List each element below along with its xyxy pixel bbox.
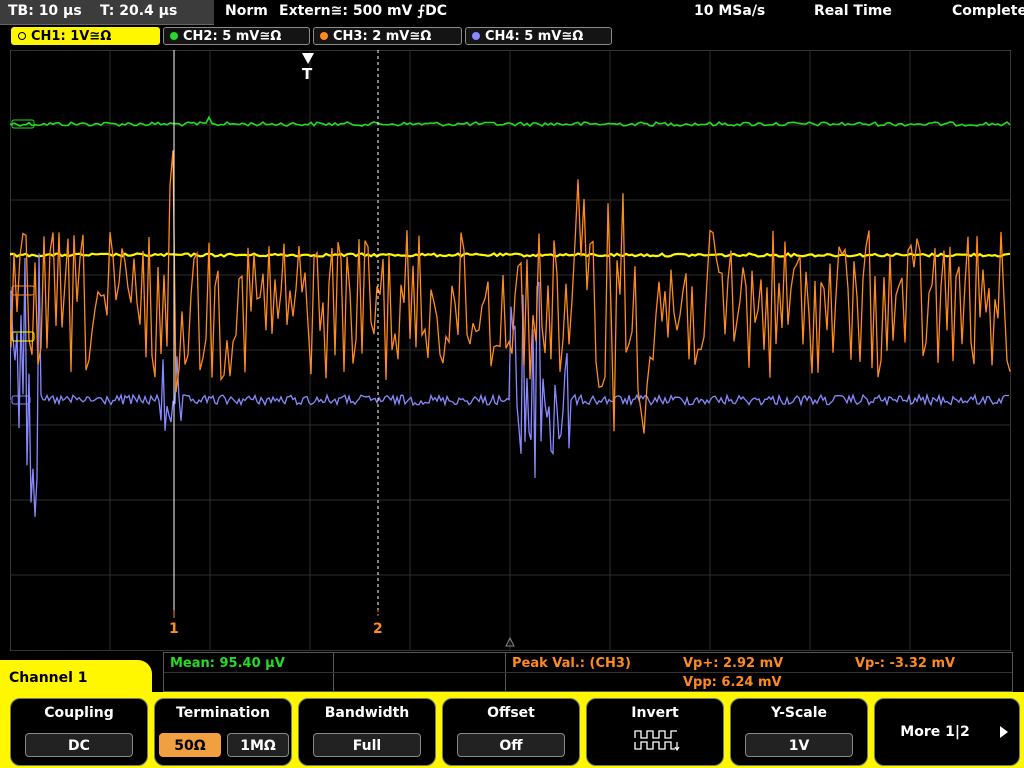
termination-softkey[interactable]: Termination 50Ω 1MΩ — [154, 698, 292, 766]
tab-ch2[interactable]: CH2: 5 mV≅Ω — [163, 27, 310, 45]
bandwidth-value[interactable]: Full — [313, 733, 421, 757]
trigger-mode[interactable]: Norm — [225, 3, 268, 19]
tab-ch3-label: CH3: 2 mV≅Ω — [333, 29, 432, 44]
bandwidth-softkey[interactable]: Bandwidth Full — [298, 698, 436, 766]
vpp-measurement: Vpp: 6.24 mV — [683, 675, 782, 690]
sample-rate: 10 MSa/s — [694, 3, 766, 19]
tab-ch1[interactable]: CH1: 1V≅Ω — [11, 27, 160, 45]
trigger-position-label: T — [302, 65, 313, 83]
bandwidth-title: Bandwidth — [324, 705, 410, 721]
trigger-source[interactable]: Extern≅: 500 mV ⨍DC — [279, 3, 447, 19]
termination-1mohm-option[interactable]: 1MΩ — [227, 733, 289, 757]
measurement-panel: Mean: 95.40 µV Peak Val.: (CH3) Vp+: 2.9… — [163, 652, 1013, 692]
tab-ch3[interactable]: CH3: 2 mV≅Ω — [313, 27, 462, 45]
ch3-dot-icon — [320, 31, 328, 40]
chevron-right-icon — [1000, 726, 1008, 738]
timebase-readout[interactable]: TB: 10 µs — [8, 3, 82, 19]
termination-50ohm-option[interactable]: 50Ω — [159, 733, 221, 757]
tab-ch4[interactable]: CH4: 5 mV≅Ω — [465, 27, 612, 45]
y-scale-title: Y-Scale — [770, 705, 827, 721]
vp-minus-measurement: Vp-: -3.32 mV — [855, 656, 956, 671]
ch4-dot-icon — [472, 31, 480, 40]
mean-measurement[interactable]: Mean: 95.40 µV — [170, 656, 285, 671]
offset-title: Offset — [487, 705, 535, 721]
tab-ch2-label: CH2: 5 mV≅Ω — [183, 29, 282, 44]
y-scale-value[interactable]: 1V — [745, 733, 853, 757]
more-title: More 1|2 — [900, 724, 970, 740]
waveform-display[interactable]: 1 2 T — [10, 50, 1011, 651]
coupling-softkey[interactable]: Coupling DC — [10, 698, 148, 766]
invert-softkey[interactable]: Invert — [586, 698, 724, 766]
trigger-time-readout[interactable]: T: 20.4 µs — [100, 3, 177, 19]
invert-title: Invert — [631, 705, 679, 721]
coupling-title: Coupling — [44, 705, 114, 721]
status-bar-left: TB: 10 µs T: 20.4 µs — [0, 0, 214, 25]
ch2-dot-icon — [170, 31, 178, 40]
channel-menu-title: Channel 1 — [9, 670, 88, 686]
peak-measurement-label[interactable]: Peak Val.: (CH3) — [512, 656, 631, 671]
invert-waveform-icon — [634, 730, 680, 751]
tab-ch4-label: CH4: 5 mV≅Ω — [485, 29, 584, 44]
coupling-value[interactable]: DC — [25, 733, 133, 757]
more-softkey[interactable]: More 1|2 — [874, 698, 1020, 766]
acquisition-state: Complete — [952, 3, 1024, 19]
cursor-2-label: 2 — [373, 621, 383, 637]
offset-value[interactable]: Off — [457, 733, 565, 757]
ch1-circle-icon — [18, 31, 26, 40]
termination-title: Termination — [176, 705, 270, 721]
vp-plus-measurement: Vp+: 2.92 mV — [683, 656, 784, 671]
acquisition-mode[interactable]: Real Time — [814, 3, 892, 19]
offset-softkey[interactable]: Offset Off — [442, 698, 580, 766]
cursor-1-label: 1 — [169, 621, 179, 637]
y-scale-softkey[interactable]: Y-Scale 1V — [730, 698, 868, 766]
status-bar-right: Norm Extern≅: 500 mV ⨍DC 10 MSa/s Real T… — [216, 0, 1024, 24]
tab-ch1-label: CH1: 1V≅Ω — [31, 29, 112, 44]
